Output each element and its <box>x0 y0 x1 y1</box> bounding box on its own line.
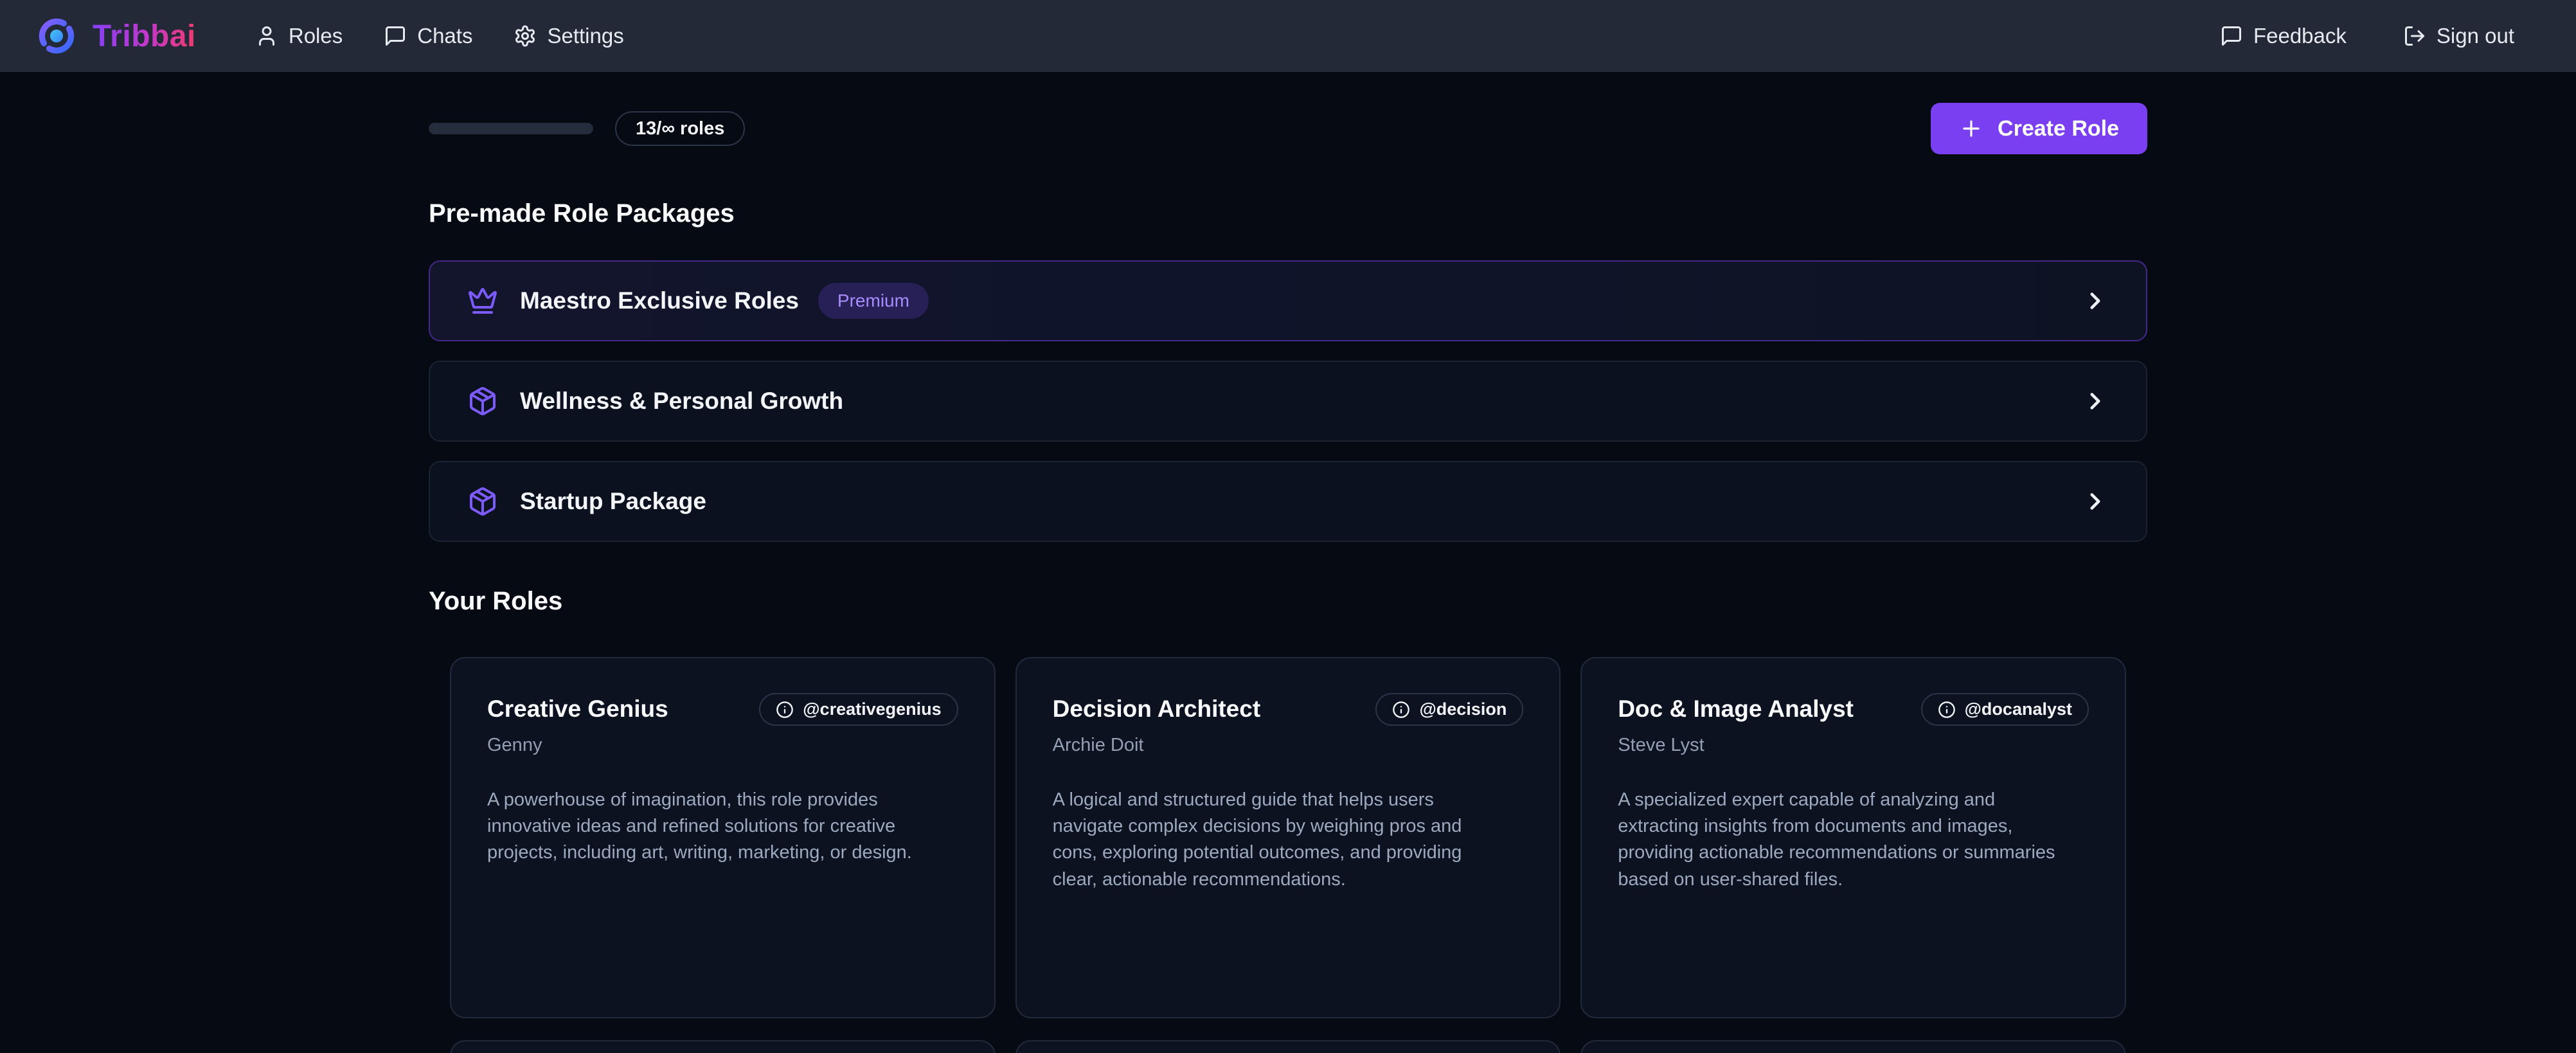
package-name: Startup Package <box>520 488 706 515</box>
role-handle-badge[interactable]: @creativegenius <box>759 693 958 726</box>
role-handle: @decision <box>1419 699 1507 719</box>
role-card-partial[interactable] <box>450 1040 996 1053</box>
role-card-creative-genius[interactable]: Creative Genius @creativegenius Genny A … <box>450 657 996 1018</box>
package-name: Maestro Exclusive Roles <box>520 287 799 314</box>
role-description: A logical and structured guide that help… <box>1053 787 1503 893</box>
message-square-icon <box>2220 24 2243 48</box>
feedback-label: Feedback <box>2253 24 2347 48</box>
section-title-packages: Pre-made Role Packages <box>429 199 2147 228</box>
create-role-label: Create Role <box>1998 116 2119 141</box>
nav-item-label: Chats <box>417 24 472 48</box>
chevron-right-icon <box>2082 388 2109 415</box>
crown-icon <box>467 285 498 316</box>
info-icon <box>776 701 794 719</box>
role-handle-badge[interactable]: @decision <box>1375 693 1523 726</box>
brand-name: Tribbai <box>93 19 196 54</box>
role-description: A powerhouse of imagination, this role p… <box>487 787 937 867</box>
package-list: Maestro Exclusive Roles Premium Wellness… <box>429 260 2147 542</box>
role-handle: @docanalyst <box>1965 699 2072 719</box>
role-description: A specialized expert capable of analyzin… <box>1618 787 2068 893</box>
role-title: Creative Genius <box>487 696 668 723</box>
info-icon <box>1392 701 1410 719</box>
nav-item-roles[interactable]: Roles <box>255 24 343 48</box>
nav-item-label: Roles <box>289 24 343 48</box>
package-icon <box>467 486 498 517</box>
top-nav: Tribbai Roles Chats Settings <box>0 0 2576 72</box>
chevron-right-icon <box>2082 287 2109 314</box>
plus-icon <box>1959 116 1983 141</box>
role-subtitle: Steve Lyst <box>1618 735 2089 756</box>
info-icon <box>1938 701 1956 719</box>
role-subtitle: Archie Doit <box>1053 735 1524 756</box>
roles-count-label: 13/∞ roles <box>636 118 724 140</box>
signout-button[interactable]: Sign out <box>2403 24 2514 48</box>
message-square-icon <box>384 24 407 48</box>
user-icon <box>255 24 278 48</box>
package-name: Wellness & Personal Growth <box>520 388 843 415</box>
signout-label: Sign out <box>2437 24 2514 48</box>
brand-logo[interactable]: Tribbai <box>36 15 196 57</box>
role-subtitle: Genny <box>487 735 958 756</box>
role-title: Decision Architect <box>1053 696 1261 723</box>
roles-toolbar: 13/∞ roles Create Role <box>429 103 2147 154</box>
nav-menu: Roles Chats Settings <box>255 24 624 48</box>
package-row-startup[interactable]: Startup Package <box>429 461 2147 542</box>
nav-item-chats[interactable]: Chats <box>384 24 472 48</box>
role-card-partial[interactable] <box>1015 1040 1561 1053</box>
role-card-decision-architect[interactable]: Decision Architect @decision Archie Doit… <box>1015 657 1561 1018</box>
role-card-partial[interactable] <box>1580 1040 2126 1053</box>
package-row-wellness[interactable]: Wellness & Personal Growth <box>429 361 2147 442</box>
package-icon <box>467 386 498 417</box>
nav-item-settings[interactable]: Settings <box>514 24 623 48</box>
main-content: 13/∞ roles Create Role Pre-made Role Pac… <box>429 103 2147 1053</box>
section-title-your-roles: Your Roles <box>429 587 2147 616</box>
role-handle: @creativegenius <box>803 699 941 719</box>
create-role-button[interactable]: Create Role <box>1931 103 2147 154</box>
chevron-right-icon <box>2082 488 2109 515</box>
roles-grid-next-row <box>429 1040 2147 1053</box>
roles-grid: Creative Genius @creativegenius Genny A … <box>429 657 2147 1018</box>
log-out-icon <box>2403 24 2426 48</box>
feedback-button[interactable]: Feedback <box>2220 24 2347 48</box>
gear-icon <box>514 24 537 48</box>
premium-badge: Premium <box>818 283 929 319</box>
tribbai-logo-icon <box>36 15 77 57</box>
role-card-doc-image-analyst[interactable]: Doc & Image Analyst @docanalyst Steve Ly… <box>1580 657 2126 1018</box>
nav-item-label: Settings <box>547 24 623 48</box>
roles-count-badge: 13/∞ roles <box>615 111 745 146</box>
nav-right: Feedback Sign out <box>2220 24 2514 48</box>
role-handle-badge[interactable]: @docanalyst <box>1921 693 2089 726</box>
roles-progress-bar <box>429 123 593 134</box>
role-title: Doc & Image Analyst <box>1618 696 1854 723</box>
package-row-maestro[interactable]: Maestro Exclusive Roles Premium <box>429 260 2147 341</box>
